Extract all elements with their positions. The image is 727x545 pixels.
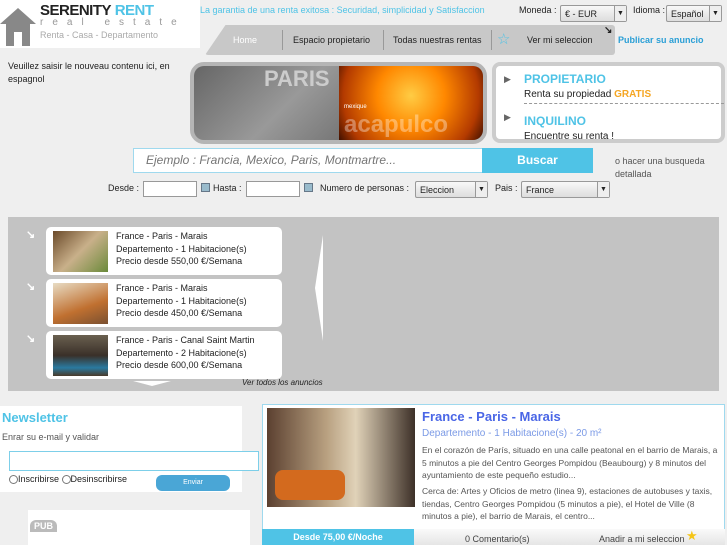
send-button[interactable]: Enviar [156, 475, 230, 491]
card-location: France - Paris - Marais [116, 283, 208, 293]
language-value: Español [671, 9, 704, 19]
tenant-link[interactable]: INQUILINO [524, 114, 586, 128]
listing-description: En el corazón de París, situado en una c… [422, 445, 718, 480]
chevron-down-icon: ▼ [597, 182, 609, 197]
nav-home[interactable]: Home [233, 35, 257, 45]
featured-card[interactable]: France - Paris - Marais Departemento - 1… [46, 227, 282, 275]
card-type: Departemento - 2 Habitacione(s) [116, 348, 247, 358]
ad-label: PUB [30, 520, 58, 532]
search-box [133, 148, 483, 173]
email-input[interactable] [9, 451, 259, 471]
subscribe-radio[interactable] [9, 475, 18, 485]
divider [282, 30, 283, 50]
banner-acapulco: acapulco [344, 111, 449, 138]
star-icon[interactable]: ★ [686, 528, 698, 544]
card-price: Precio desde 550,00 €/Semana [116, 256, 243, 266]
intro-text: Veuillez saisir le nouveau contenu ici, … [8, 61, 170, 84]
unsubscribe-label: Desinscribirse [70, 474, 128, 484]
calendar-icon[interactable] [201, 183, 210, 192]
card-price: Precio desde 600,00 €/Semana [116, 360, 243, 370]
banner-paris: PARIS [264, 66, 330, 91]
card-type: Departemento - 1 Habitacione(s) [116, 244, 247, 254]
newsletter-subtitle: Enrar su e-mail y validar [2, 432, 100, 442]
currency-label: Moneda : [519, 5, 557, 15]
language-label: Idioma : [633, 5, 666, 15]
search-input[interactable] [146, 149, 476, 171]
ad-box[interactable] [28, 510, 250, 545]
divider [491, 30, 492, 50]
listing-thumbnail [53, 231, 108, 272]
owner-link[interactable]: PROPIETARIO [524, 72, 606, 86]
detailed-search-link[interactable]: o hacer una busqueda detallada [615, 155, 715, 181]
banner[interactable]: PARIS mexique acapulco [190, 62, 487, 144]
search-button[interactable]: Buscar [482, 148, 593, 173]
brand-sub: real estate [40, 17, 186, 28]
nav-my-selection[interactable]: Ver mi seleccion [527, 35, 593, 45]
subscribe-radio-group: Inscribirse Desinscribirse [9, 474, 128, 485]
persons-select[interactable]: Eleccion ▼ [415, 181, 488, 198]
country-select[interactable]: France ▼ [521, 181, 610, 198]
country-value: France [526, 185, 555, 195]
logo[interactable]: SERENITY RENT real estate Renta - Casa -… [0, 0, 200, 48]
tenant-text: Encuentre su renta ! [524, 131, 615, 142]
arrow-down-right-icon: ↘ [604, 25, 613, 36]
featured-card[interactable]: France - Paris - Marais Departemento - 1… [46, 279, 282, 327]
star-icon: ☆ [497, 31, 511, 48]
chevron-down-icon: ▼ [614, 6, 626, 21]
persons-value: Eleccion [420, 185, 455, 195]
listing-nearby: Cerca de: Artes y Oficios de metro (line… [422, 486, 713, 521]
brand-tagline: Renta - Casa - Departamento [40, 30, 159, 40]
publish-listing-link[interactable]: Publicar su anuncio [618, 35, 704, 45]
play-icon: ▶ [504, 112, 511, 122]
featured-card[interactable]: France - Paris - Canal Saint Martin Depa… [46, 331, 282, 379]
to-date-input[interactable] [246, 181, 300, 197]
from-label: Desde : [108, 183, 140, 193]
listing-subtitle: Departemento - 1 Habitacione(s) - 20 m² [422, 428, 602, 439]
unsubscribe-radio[interactable] [61, 475, 71, 485]
language-select[interactable]: Español ▼ [666, 5, 722, 22]
currency-value: € - EUR [565, 9, 598, 19]
add-to-selection-link[interactable]: Anadir a mi seleccion [599, 534, 685, 544]
house-icon [0, 8, 36, 46]
play-icon: ▶ [504, 74, 511, 84]
listing-thumbnail [53, 283, 108, 324]
card-type: Departemento - 1 Habitacione(s) [116, 296, 247, 306]
chevron-down-icon: ▼ [475, 182, 487, 197]
card-price: Precio desde 450,00 €/Semana [116, 308, 243, 318]
subscribe-label: Inscribirse [18, 474, 60, 484]
tagline: La garantia de una renta exitosa : Secur… [200, 5, 485, 15]
from-date-input[interactable] [143, 181, 197, 197]
chevron-down-icon: ▼ [709, 6, 721, 21]
listing-image-detail [275, 470, 345, 500]
see-all-link[interactable]: Ver todos los anuncios [242, 378, 323, 387]
currency-select[interactable]: € - EUR ▼ [560, 5, 627, 22]
divider [383, 30, 384, 50]
nav-owner-space[interactable]: Espacio propietario [293, 35, 370, 45]
card-location: France - Paris - Marais [116, 231, 208, 241]
listing-price: Desde 75,00 €/Noche [262, 529, 414, 545]
calendar-icon[interactable] [304, 183, 313, 192]
to-label: Hasta : [213, 183, 242, 193]
banner-mexique: mexique [344, 104, 367, 110]
comments-link[interactable]: 0 Comentario(s) [465, 534, 530, 544]
nav-all-rentals[interactable]: Todas nuestras rentas [393, 35, 482, 45]
card-location: France - Paris - Canal Saint Martin [116, 335, 255, 345]
newsletter-title: Newsletter [2, 410, 68, 425]
divider [524, 103, 724, 104]
listing-title[interactable]: France - Paris - Marais [422, 409, 561, 424]
promo-box: ▶ PROPIETARIO Renta su propiedad GRATIS … [492, 62, 725, 143]
arrow-down-right-icon: ↘ [26, 333, 36, 345]
listing-thumbnail [53, 335, 108, 376]
owner-text: Renta su propiedad GRATIS [524, 89, 652, 100]
arrow-down-right-icon: ↘ [26, 229, 36, 241]
country-label: Pais : [495, 183, 518, 193]
arrow-down-right-icon: ↘ [26, 281, 36, 293]
persons-label: Numero de personas : [320, 183, 410, 193]
